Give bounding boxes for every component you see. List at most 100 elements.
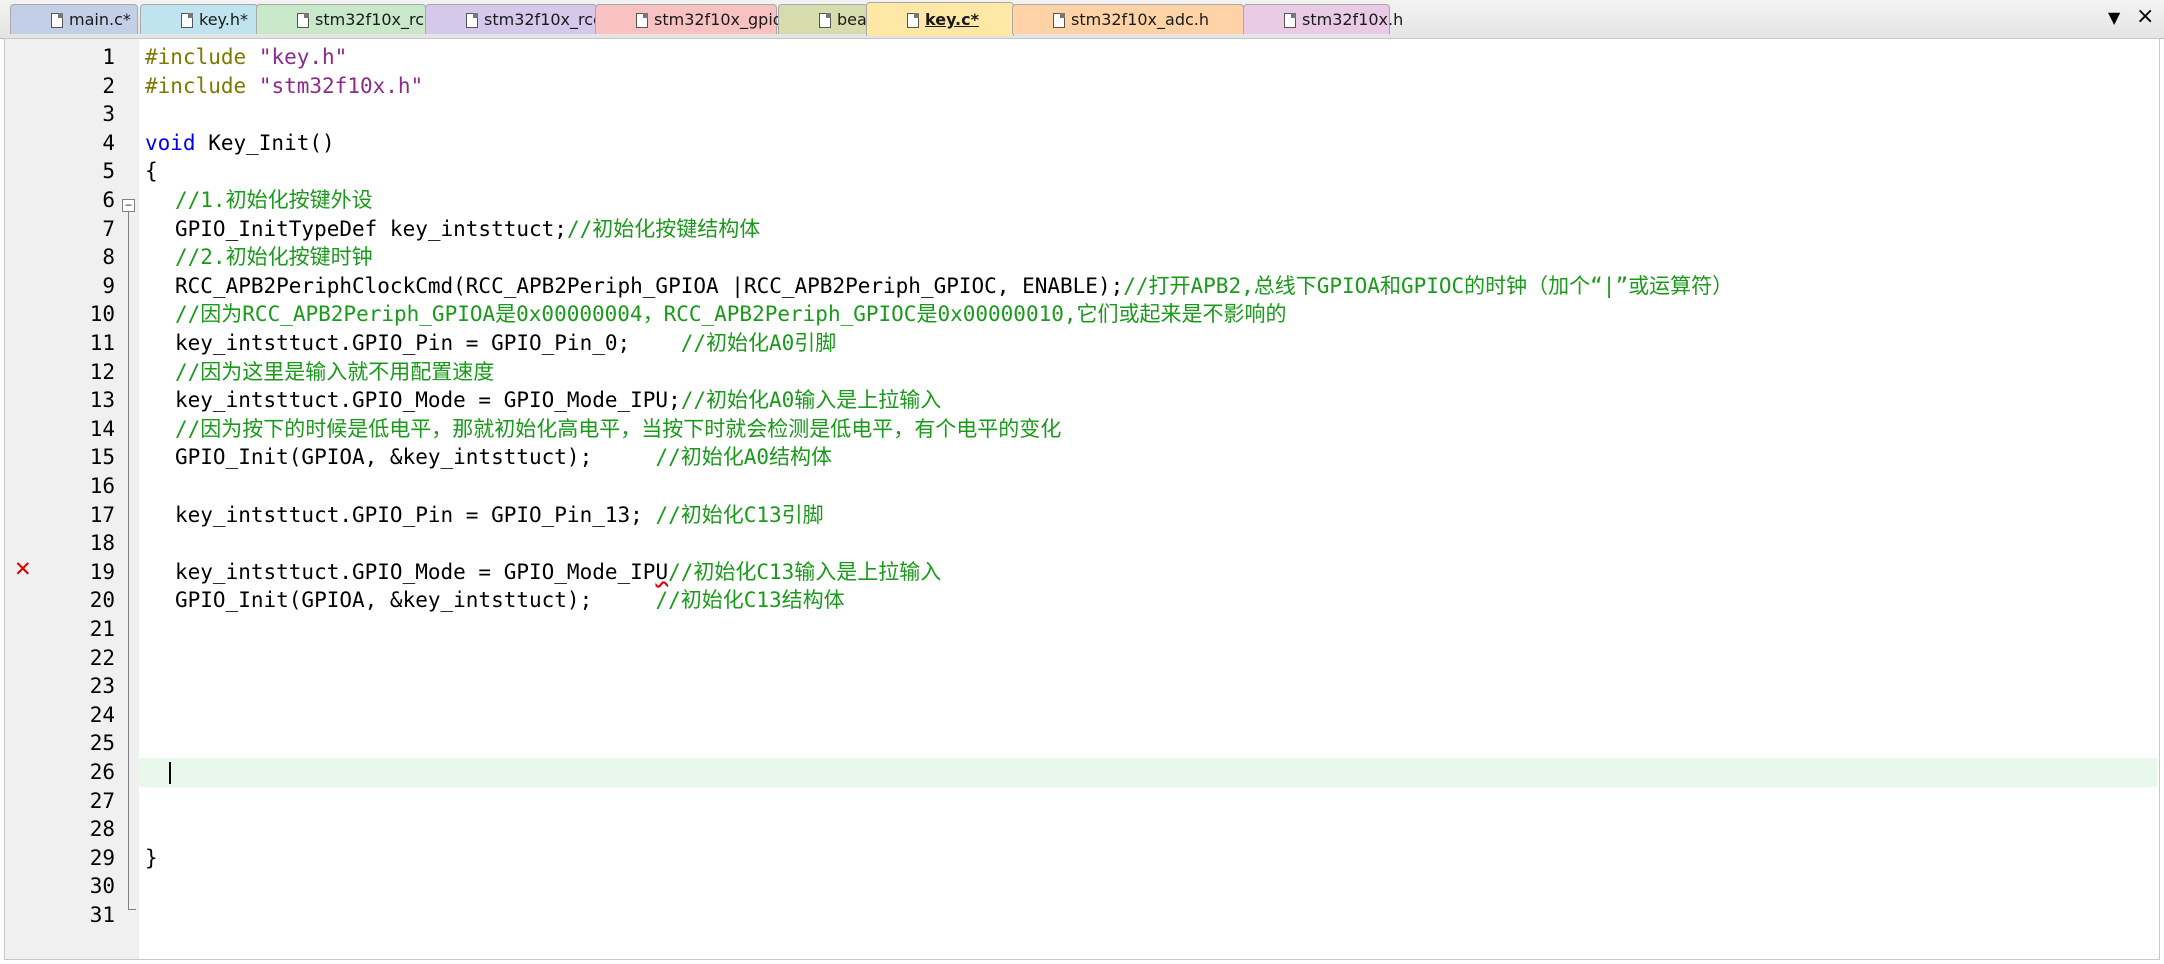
code-text: GPIO_InitTypeDef key_intsttuct;//初始化按键结构… [175, 216, 761, 241]
line-number: 14 [89, 416, 115, 441]
tab-key-c[interactable]: key.c* [866, 2, 1014, 36]
line-number: 11 [89, 331, 115, 355]
code-text: key_intsttuct.GPIO_Mode = GPIO_Mode_IPU/… [175, 559, 942, 584]
code-line[interactable] [139, 472, 2157, 501]
line-number: 8 [102, 245, 115, 270]
code-line[interactable]: GPIO_Init(GPIOA, &key_intsttuct); //初始化C… [139, 586, 2157, 615]
code-line[interactable]: #include "stm32f10x.h" [139, 72, 2157, 101]
code-text: //2.初始化按键时钟 [175, 245, 373, 270]
current-line[interactable] [139, 758, 2157, 787]
text-caret [169, 762, 171, 784]
code-line[interactable] [139, 644, 2157, 673]
tab-label: stm32f10x.h [1302, 10, 1404, 29]
code-line[interactable]: //2.初始化按键时钟 [139, 243, 2157, 272]
code-text: #include "key.h" [145, 45, 348, 69]
document-icon [466, 13, 478, 28]
code-line[interactable]: { [139, 157, 2157, 186]
line-number: 26 [89, 760, 115, 784]
code-line[interactable] [139, 815, 2157, 844]
code-text: #include "stm32f10x.h" [145, 73, 424, 98]
code-line[interactable] [139, 100, 2157, 129]
code-line[interactable] [139, 615, 2157, 644]
code-editor[interactable]: ✕ − 1 #include "key.h" 2 #include "stm32f10… [4, 38, 2160, 960]
code-line[interactable] [139, 872, 2157, 901]
document-icon [819, 13, 831, 28]
line-number: 24 [89, 702, 115, 727]
line-number: 17 [89, 502, 115, 527]
code-line[interactable]: GPIO_InitTypeDef key_intsttuct;//初始化按键结构… [139, 215, 2157, 244]
fold-collapse-icon[interactable]: − [122, 199, 135, 212]
tab-stm32f10x-rcc-c[interactable]: stm32f10x_rcc.c [425, 4, 616, 34]
code-text: //1.初始化按键外设 [175, 188, 373, 212]
line-number: 1 [102, 45, 115, 69]
code-line[interactable]: #include "key.h" [139, 43, 2157, 72]
document-icon [297, 13, 309, 28]
code-text: GPIO_Init(GPIOA, &key_intsttuct); //初始化C… [175, 588, 845, 613]
line-number: 23 [89, 674, 115, 699]
tab-main-c[interactable]: main.c* [10, 4, 138, 34]
code-line[interactable]: //1.初始化按键外设 [139, 186, 2157, 215]
code-text: //因为按下的时候是低电平，那就初始化高电平，当按下时就会检测是低电平，有个电平… [175, 416, 1062, 441]
tab-stm32f10x-h[interactable]: stm32f10x.h [1243, 4, 1403, 34]
line-number: 2 [102, 73, 115, 98]
line-number: 27 [89, 788, 115, 813]
code-text: void Key_Init() [145, 130, 335, 155]
line-number: 10 [89, 302, 115, 327]
code-line[interactable] [139, 701, 2157, 730]
code-line[interactable]: key_intsttuct.GPIO_Pin = GPIO_Pin_13; //… [139, 501, 2157, 530]
code-text: key_intsttuct.GPIO_Pin = GPIO_Pin_13; //… [175, 502, 824, 527]
tab-menu: ▼ × [2102, 4, 2158, 32]
tab-label: stm32f10x_gpio.h [654, 10, 798, 29]
tab-stm32f10x-rcc-h[interactable]: stm32f10x_rcc.h [256, 4, 448, 34]
code-text: //因为RCC_APB2Periph_GPIOA是0x00000004，RCC_… [175, 302, 1287, 327]
tab-list-dropdown-icon[interactable]: ▼ [2108, 8, 2120, 27]
line-number: 4 [102, 130, 115, 155]
tab-bear-c[interactable]: bear.c [778, 4, 886, 34]
code-line[interactable] [139, 901, 2157, 930]
code-line[interactable]: RCC_APB2PeriphClockCmd(RCC_APB2Periph_GP… [139, 272, 2157, 301]
code-line[interactable] [139, 787, 2157, 816]
tab-label: stm32f10x_adc.h [1071, 10, 1209, 29]
close-tab-icon[interactable]: × [2136, 4, 2154, 29]
code-line[interactable]: //因为RCC_APB2Periph_GPIOA是0x00000004，RCC_… [139, 300, 2157, 329]
code-line[interactable] [139, 729, 2157, 758]
code-line[interactable]: GPIO_Init(GPIOA, &key_intsttuct); //初始化A… [139, 443, 2157, 472]
tab-stm32f10x-adc-h[interactable]: stm32f10x_adc.h [1012, 4, 1244, 34]
document-icon [907, 13, 919, 28]
line-number: 12 [89, 359, 115, 384]
tab-label: key.h* [199, 10, 248, 29]
code-line[interactable]: //因为这里是输入就不用配置速度 [139, 358, 2157, 387]
line-number: 16 [89, 474, 115, 498]
line-number: 28 [89, 817, 115, 842]
line-number: 6 [102, 188, 115, 212]
line-number: 22 [89, 645, 115, 670]
code-text: RCC_APB2PeriphClockCmd(RCC_APB2Periph_GP… [175, 273, 1734, 298]
document-icon [1284, 13, 1296, 28]
line-number: 13 [89, 388, 115, 413]
code-line[interactable]: //因为按下的时候是低电平，那就初始化高电平，当按下时就会检测是低电平，有个电平… [139, 415, 2157, 444]
line-number: 31 [89, 903, 115, 927]
tab-label: main.c* [69, 10, 131, 29]
fold-range-line [128, 212, 129, 910]
document-icon [51, 13, 63, 28]
code-line[interactable] [139, 672, 2157, 701]
code-text: key_intsttuct.GPIO_Pin = GPIO_Pin_0; //初… [175, 331, 837, 355]
editor-tab-bar: main.c* key.h* stm32f10x_rcc.h stm32f10x_rc… [0, 0, 2164, 39]
code-line[interactable]: key_intsttuct.GPIO_Mode = GPIO_Mode_IPU;… [139, 386, 2157, 415]
tab-stm32f10x-gpio-h[interactable]: stm32f10x_gpio.h [595, 4, 798, 34]
code-line[interactable]: key_intsttuct.GPIO_Mode = GPIO_Mode_IPU/… [139, 558, 2157, 587]
fold-range-end [128, 909, 136, 910]
line-number: 5 [102, 159, 115, 184]
code-line[interactable] [139, 529, 2157, 558]
code-line[interactable]: } [139, 844, 2157, 873]
line-number: 20 [89, 588, 115, 613]
code-line[interactable]: key_intsttuct.GPIO_Pin = GPIO_Pin_0; //初… [139, 329, 2157, 358]
document-icon [181, 13, 193, 28]
code-text: //因为这里是输入就不用配置速度 [175, 359, 495, 384]
tab-key-h[interactable]: key.h* [140, 4, 258, 34]
code-line[interactable]: void Key_Init() [139, 129, 2157, 158]
tab-label: key.c* [925, 10, 979, 29]
line-number: 18 [89, 531, 115, 556]
code-text: { [145, 159, 158, 184]
line-number: 30 [89, 874, 115, 899]
